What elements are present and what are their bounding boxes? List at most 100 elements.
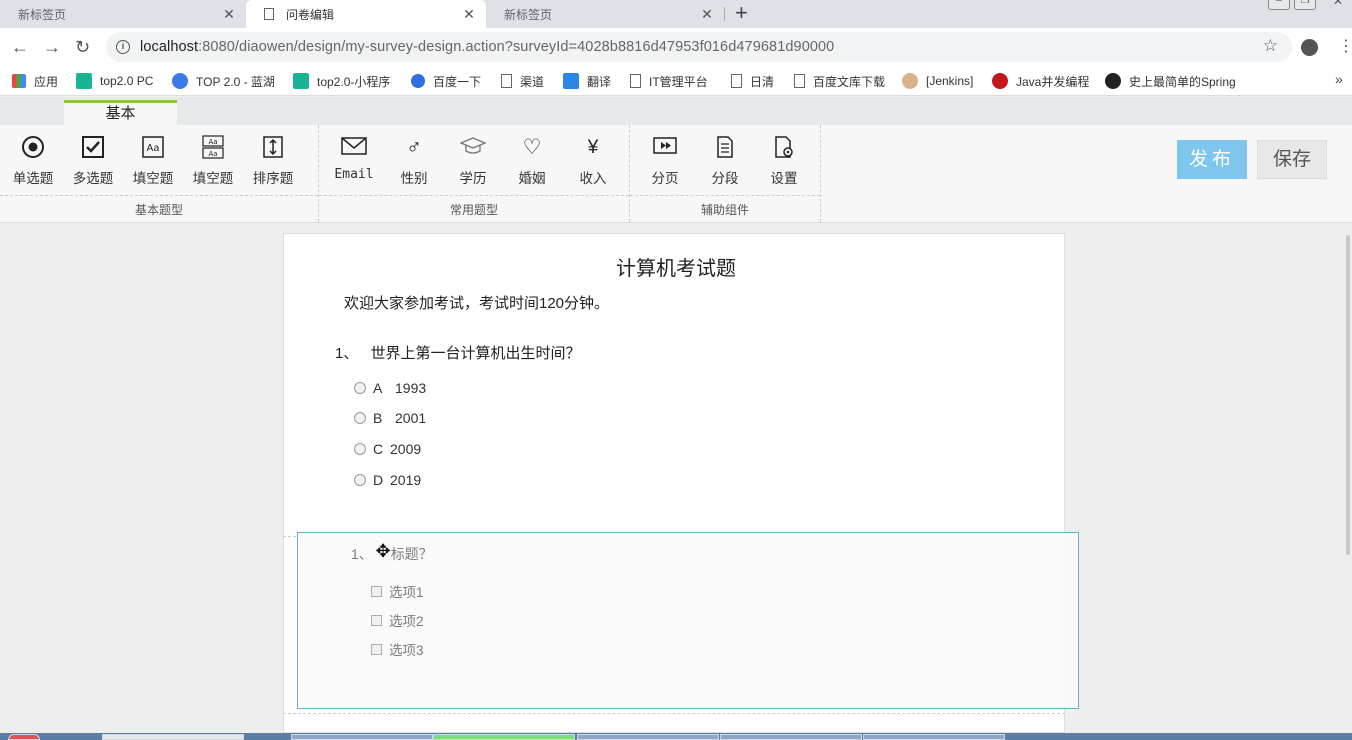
- marriage-question-button[interactable]: ♡ 婚姻: [504, 135, 560, 187]
- close-icon[interactable]: ✕: [700, 6, 714, 23]
- sort-question-button[interactable]: 排序题: [245, 135, 301, 187]
- bookmarks-overflow-button[interactable]: »: [1335, 71, 1343, 87]
- pagination-button[interactable]: 分页: [637, 135, 693, 187]
- settings-button[interactable]: 设置: [756, 135, 812, 187]
- question-option: 选项3: [371, 639, 424, 659]
- taskbar-item[interactable]: [102, 734, 244, 740]
- fill-blank-button[interactable]: Aa 填空题: [125, 135, 181, 187]
- new-tab-button[interactable]: +: [735, 2, 748, 24]
- bookmark-java-concurrency[interactable]: Java并发编程: [992, 72, 1089, 90]
- ribbon-group-common-types: Email ♂ 性别 学历 ♡ 婚姻 ¥ 收入 常用题型: [319, 125, 630, 222]
- browser-tab-3[interactable]: 新标签页 ✕: [486, 0, 724, 28]
- close-window-icon[interactable]: ✕: [1327, 0, 1349, 10]
- ribbon-group-label: 辅助组件: [630, 195, 820, 222]
- back-arrow-icon[interactable]: ←: [11, 37, 29, 57]
- radio-icon[interactable]: [354, 382, 366, 394]
- question-text: 标题？: [390, 546, 433, 562]
- ribbon-tabbar: 基本: [0, 97, 1352, 125]
- bookmark-apps[interactable]: 应用: [12, 72, 58, 90]
- bookmark-label: 百度一下: [433, 74, 482, 89]
- ribbon-item-label: 性别: [400, 171, 428, 186]
- income-question-button[interactable]: ¥ 收入: [565, 135, 621, 187]
- option-value: 1993: [395, 380, 427, 396]
- save-button[interactable]: 保存: [1257, 140, 1327, 179]
- multi-fill-blank-button[interactable]: Aa Aa 填空题: [185, 135, 241, 187]
- url-host: localhost: [140, 39, 199, 55]
- taskbar-item[interactable]: [577, 734, 719, 740]
- question-option[interactable]: B 2001: [354, 410, 426, 426]
- scrollbar-thumb[interactable]: [1346, 235, 1350, 555]
- bookmark-riqing[interactable]: 日清: [731, 72, 774, 90]
- option-letter: B: [373, 410, 383, 426]
- taskbar-item[interactable]: [291, 734, 433, 740]
- close-icon[interactable]: ✕: [222, 6, 236, 23]
- tab-title: 新标签页: [18, 7, 67, 22]
- ribbon-tab-basic[interactable]: 基本: [64, 100, 177, 125]
- question-title[interactable]: 1、 世界上第一台计算机出生时间？: [335, 342, 581, 363]
- bookmark-star-icon[interactable]: ☆: [1263, 36, 1278, 56]
- education-question-button[interactable]: 学历: [445, 135, 501, 187]
- email-question-button[interactable]: Email: [326, 135, 382, 182]
- bookmark-qudao[interactable]: 渠道: [501, 72, 544, 90]
- gender-question-button[interactable]: ♂ 性别: [386, 135, 442, 187]
- profile-avatar-icon[interactable]: [1301, 39, 1318, 56]
- page-scrollbar[interactable]: [1344, 227, 1352, 732]
- bookmark-lanhu[interactable]: TOP 2.0 - 蓝湖: [172, 72, 275, 90]
- graduation-cap-icon: [445, 135, 501, 161]
- pagination-icon: [637, 135, 693, 161]
- ribbon-item-label: 排序题: [252, 171, 294, 186]
- minimize-icon[interactable]: –: [1268, 0, 1290, 10]
- survey-title[interactable]: 计算机考试题: [284, 252, 1064, 281]
- taskbar-item[interactable]: [433, 734, 575, 740]
- taskbar-item[interactable]: [720, 734, 862, 740]
- jenkins-icon: [902, 73, 918, 89]
- question-option[interactable]: D 2019: [354, 472, 421, 488]
- bookmark-it-platform[interactable]: IT管理平台: [630, 72, 708, 90]
- multi-choice-button[interactable]: 多选题: [65, 135, 121, 187]
- start-button-icon[interactable]: [8, 734, 40, 740]
- text-fill-icon: Aa: [125, 135, 181, 161]
- ribbon-item-label: 分段: [711, 171, 739, 186]
- browser-tab-1[interactable]: 新标签页 ✕: [0, 0, 246, 28]
- question-option[interactable]: A 1993: [354, 380, 426, 396]
- bookmark-spring[interactable]: 史上最简单的Spring: [1105, 72, 1236, 90]
- info-icon[interactable]: i: [116, 40, 130, 54]
- forward-arrow-icon[interactable]: →: [43, 37, 61, 57]
- question-option[interactable]: C 2009: [354, 441, 421, 457]
- bookmark-baidu[interactable]: 百度一下: [411, 72, 481, 90]
- radio-icon[interactable]: [354, 412, 366, 424]
- survey-description[interactable]: 欢迎大家参加考试，考试时间120分钟。: [344, 292, 609, 313]
- taskbar-item[interactable]: [863, 734, 1005, 740]
- address-bar[interactable]: i localhost:8080/diaowen/design/my-surve…: [106, 32, 1292, 62]
- question-text: 世界上第一台计算机出生时间？: [370, 345, 581, 362]
- bookmark-top2-miniprogram[interactable]: top2.0-小程序: [293, 72, 390, 90]
- radio-icon[interactable]: [354, 474, 366, 486]
- more-vert-icon[interactable]: ⋮: [1338, 37, 1352, 57]
- reload-icon[interactable]: ↻: [75, 37, 90, 57]
- bookmark-jenkins[interactable]: [Jenkins]: [902, 72, 973, 90]
- publish-button[interactable]: 发布: [1177, 140, 1247, 179]
- bookmark-wenku[interactable]: 百度文库下载: [794, 72, 885, 90]
- checkbox-icon: [371, 585, 382, 597]
- close-icon[interactable]: ✕: [462, 6, 476, 23]
- ribbon-group-basic-types: 单选题 多选题 Aa 填空题 Aa Aa 填空题 排序题 基本题型: [0, 125, 319, 222]
- page-icon: [794, 74, 805, 88]
- bookmark-top2-pc[interactable]: top2.0 PC: [76, 72, 153, 90]
- radio-icon[interactable]: [354, 443, 366, 455]
- bookmark-label: 翻译: [587, 74, 612, 89]
- heart-icon: ♡: [522, 136, 542, 159]
- dragging-question-block[interactable]: 1、 标题？ 选项1 选项2 选项3: [297, 532, 1079, 709]
- question-option: 选项1: [371, 581, 424, 601]
- checkbox-icon: [371, 614, 382, 626]
- page-icon: [264, 8, 274, 20]
- single-choice-button[interactable]: 单选题: [5, 135, 61, 187]
- move-cursor-icon: ✥: [375, 541, 391, 561]
- restore-icon[interactable]: ❐: [1294, 0, 1316, 10]
- paragraph-button[interactable]: 分段: [697, 135, 753, 187]
- ribbon-item-label: Email: [334, 167, 374, 182]
- browser-tab-2[interactable]: 问卷编辑 ✕: [246, 0, 486, 28]
- option-label: 选项3: [389, 643, 424, 658]
- bookmark-translate[interactable]: 翻译: [563, 72, 611, 90]
- option-letter: A: [373, 380, 383, 396]
- ribbon-item-label: 分页: [651, 171, 679, 186]
